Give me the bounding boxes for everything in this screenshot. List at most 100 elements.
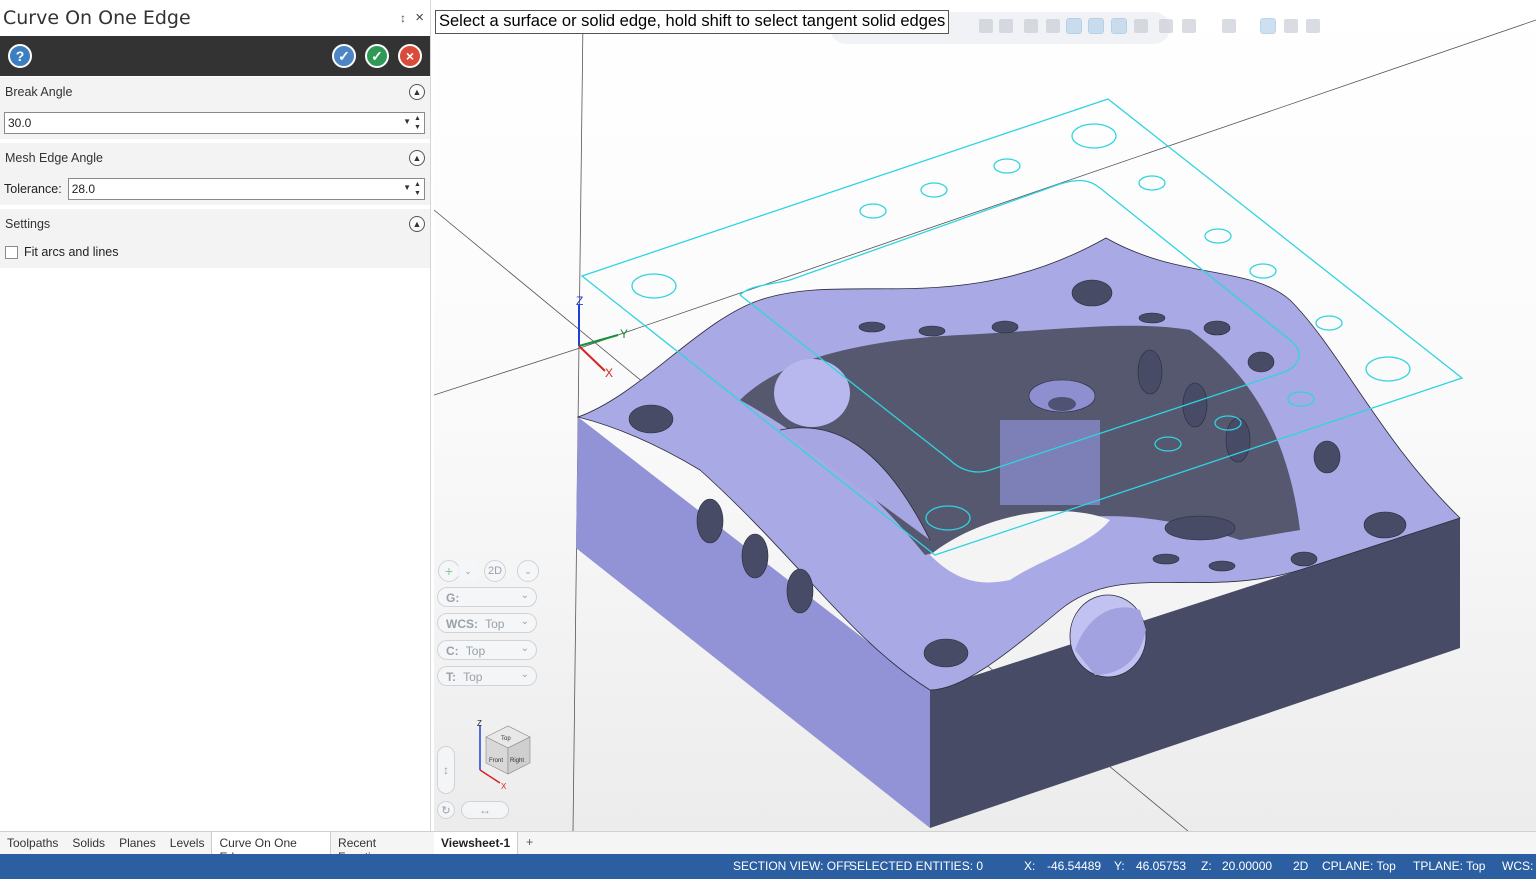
tab-viewsheet-1[interactable]: Viewsheet-1 [434,832,519,854]
x-coord-value: -46.54489 [1047,859,1102,873]
chevron-down-icon: ⌄ [520,669,529,680]
view-cube [479,725,531,784]
collapse-chevron-icon[interactable]: ▲ [409,84,425,100]
y-coord-label: Y: [1114,859,1125,873]
panel-title-bar: Curve On One Edge ↕ × [0,0,430,36]
view-icon[interactable] [999,19,1013,33]
tab-levels[interactable]: Levels [163,832,212,854]
add-viewsheet-button[interactable]: + [518,832,541,854]
break-angle-value: 30.0 [8,116,32,130]
rotate-view-icon[interactable]: ↻ [437,801,455,819]
cplane-status[interactable]: CPLANE: Top [1322,859,1396,873]
tolerance-label: Tolerance: [4,182,62,196]
mode-2d-status[interactable]: 2D [1293,859,1308,873]
c-label: C: [446,644,459,658]
horizontal-pan-icon[interactable]: ↔ [461,801,509,819]
tab-recent-functions[interactable]: Recent Functions [331,832,434,864]
solid-icon[interactable] [1134,19,1148,33]
close-icon[interactable]: × [415,9,424,26]
tab-toolpaths[interactable]: Toolpaths [0,832,65,854]
ok-and-create-new-button[interactable]: ✓ [332,44,356,68]
t-value: Top [463,670,483,684]
fit-arcs-label: Fit arcs and lines [24,245,119,259]
rotate-icon[interactable] [1284,19,1298,33]
x-coord-label: X: [1024,859,1036,873]
graphics-viewport[interactable]: Z Y X Z X Front Right Top [434,0,1536,831]
panel-toolbar: ? ✓ ✓ × [0,36,430,76]
collapse-chevron-icon[interactable]: ▲ [409,150,425,166]
viewsheet-tabs: Viewsheet-1 + [434,831,1536,854]
dropdown-arrow-icon[interactable]: ▼ [403,117,411,126]
t-label: T: [446,670,456,684]
y-axis-label: Y [620,327,628,341]
tolerance-value: 28.0 [71,182,96,196]
dropdown-arrow-icon[interactable]: ▼ [403,183,411,192]
manager-tabs: Toolpaths Solids Planes Levels Curve On … [0,831,434,864]
axis-triad [578,305,619,372]
chevron-down-icon[interactable]: ⌄ [457,560,479,582]
c-value: Top [465,644,486,658]
help-button[interactable]: ? [8,44,32,68]
wcs-status[interactable]: WCS: T [1502,859,1536,873]
section-icon[interactable] [1182,19,1196,33]
tab-solids[interactable]: Solids [65,832,112,854]
x-axis-label: X [605,366,613,380]
select-icon[interactable] [1260,18,1276,34]
spinner-icon[interactable]: ▲ ▼ [413,114,422,132]
view-icon[interactable] [1046,19,1060,33]
break-angle-section: Break Angle ▲ 30.0 ▼ ▲ ▼ [0,77,430,139]
selected-entities-status[interactable]: SELECTED ENTITIES: 0 [849,859,983,873]
viewcube-front-label: Front [489,758,503,764]
selection-prompt: Select a surface or solid edge, hold shi… [435,10,950,34]
g-label: G: [446,591,460,605]
panel-title: Curve On One Edge [3,7,191,29]
viewcube-z-label: Z [477,719,482,728]
pin-icon[interactable]: ↕ [400,11,406,25]
settings-header[interactable]: Settings ▲ [0,209,430,239]
tplane-status[interactable]: TPLANE: Top [1413,859,1485,873]
shading-icon[interactable] [1066,18,1082,34]
tab-planes[interactable]: Planes [112,832,163,854]
fit-arcs-checkbox[interactable] [5,245,18,259]
y-coord-value: 46.05753 [1136,859,1187,873]
spinner-icon[interactable]: ▲ ▼ [413,180,422,198]
wcs-selector[interactable]: WCS: Top ⌄ [437,613,537,633]
status-bar: SECTION VIEW: OFF SELECTED ENTITIES: 0 X… [0,854,1536,879]
shading-icon[interactable] [1111,18,1127,34]
ok-button[interactable]: ✓ [365,44,389,68]
shading-icon[interactable] [1088,18,1104,34]
axis-line [434,347,581,396]
fit-arcs-option[interactable]: Fit arcs and lines [0,239,430,265]
tab-curve-on-one-edge[interactable]: Curve On One Edge [211,832,332,864]
break-angle-header[interactable]: Break Angle ▲ [0,77,430,107]
side-bore [774,359,850,427]
collapse-chevron-icon[interactable]: ▲ [409,216,425,232]
pen-icon[interactable] [1306,19,1320,33]
viewcube-x-label: X [501,782,507,791]
3d-scene[interactable]: Z Y X Z X Front Right Top [434,0,1536,831]
gview-selector[interactable]: G: ⌄ [437,587,537,607]
viewcube-top-label: Top [501,736,511,742]
cplane-selector[interactable]: C: Top ⌄ [437,640,537,660]
grid-icon[interactable] [1222,19,1236,33]
inner-boss [1000,420,1100,505]
z-coord-value: 20.00000 [1222,859,1273,873]
vertical-pan-icon[interactable]: ↕ [437,746,455,794]
mesh-edge-angle-title: Mesh Edge Angle [5,151,103,165]
section-view-status[interactable]: SECTION VIEW: OFF [733,859,851,873]
chevron-down-icon: ⌄ [520,643,529,654]
z-coord-label: Z: [1201,859,1212,873]
view-icon[interactable] [1024,19,1038,33]
tplane-selector[interactable]: T: Top ⌄ [437,666,537,686]
settings-section: Settings ▲ Fit arcs and lines [0,209,430,268]
light-icon[interactable] [1159,19,1173,33]
cancel-button[interactable]: × [398,44,422,68]
wcs-value: Top [485,617,505,631]
break-angle-input[interactable]: 30.0 ▼ ▲ ▼ [4,112,425,134]
chevron-down-icon[interactable]: ⌄ [517,560,539,582]
tolerance-input[interactable]: 28.0 ▼ ▲ ▼ [67,178,425,200]
mode-2d-button[interactable]: 2D [484,560,506,582]
chevron-down-icon: ⌄ [520,590,529,601]
mesh-edge-angle-header[interactable]: Mesh Edge Angle ▲ [0,143,430,173]
view-icon[interactable] [979,19,993,33]
